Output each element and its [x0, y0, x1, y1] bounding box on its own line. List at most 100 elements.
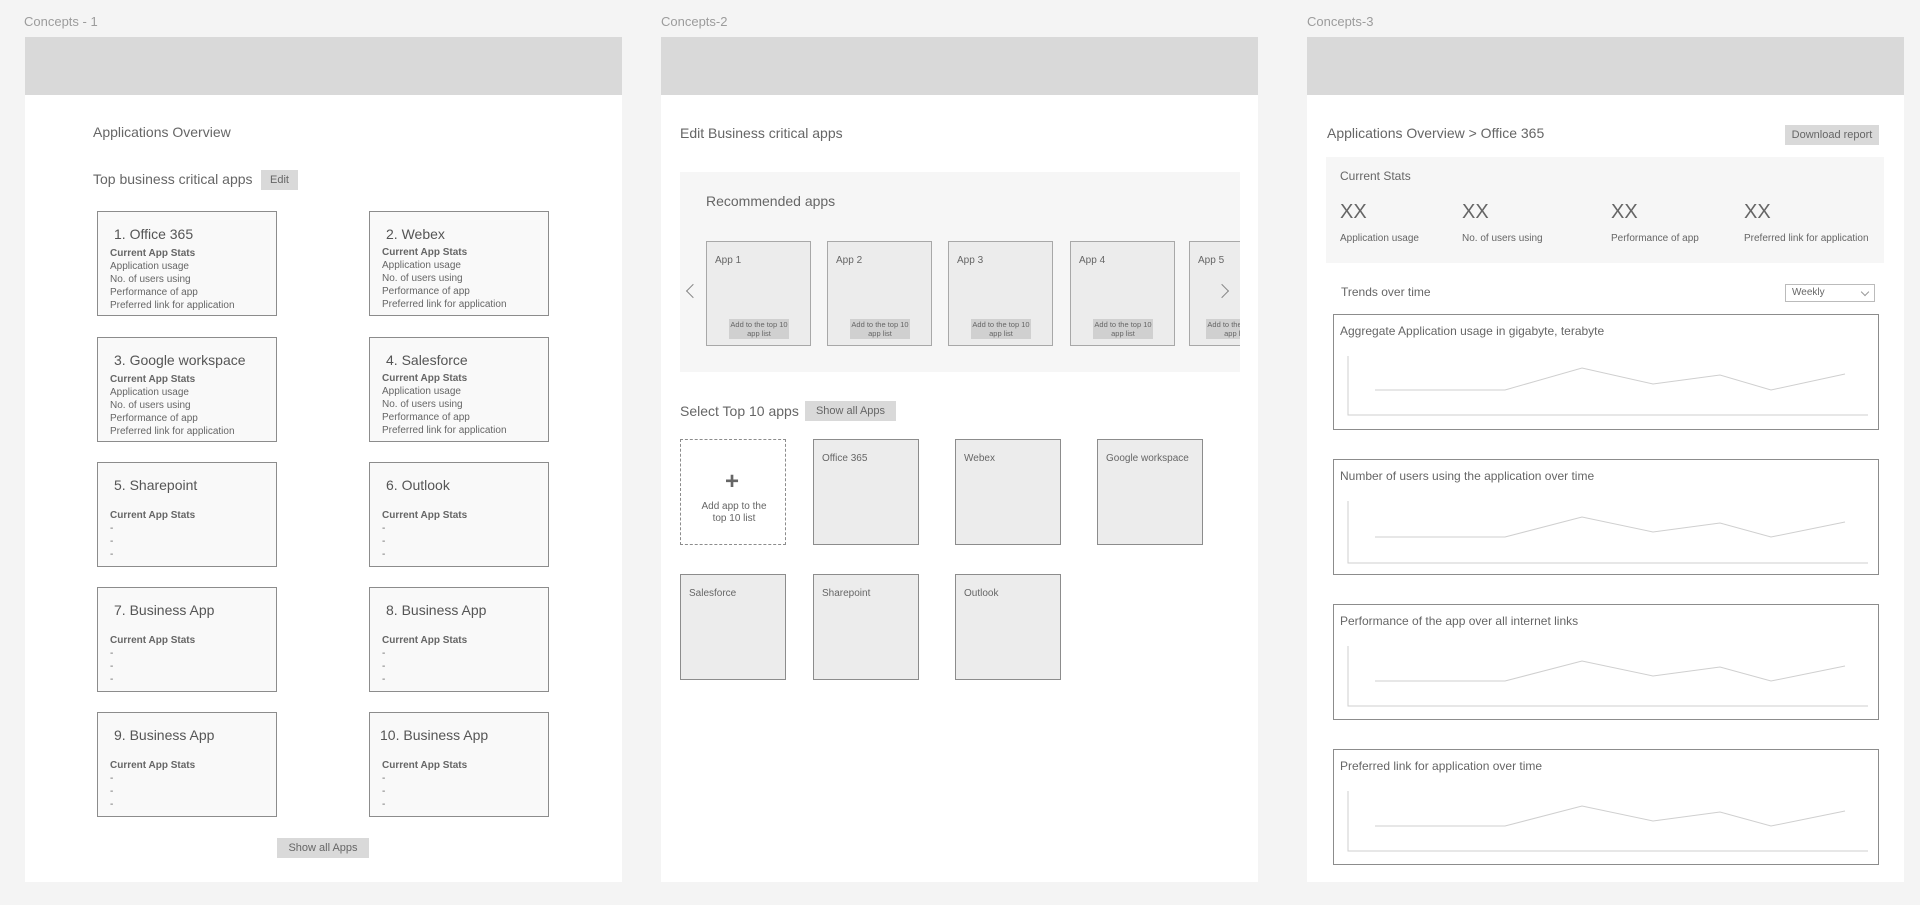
- top-app-card[interactable]: Webex: [955, 439, 1061, 545]
- trend-chart-card: Performance of the app over all internet…: [1333, 604, 1879, 720]
- app-name: 7. Business App: [114, 602, 215, 618]
- header-bar: [1307, 37, 1904, 95]
- stats-title: Current App Stats: [382, 373, 468, 384]
- trend-chart-card: Aggregate Application usage in gigabyte,…: [1333, 314, 1879, 430]
- section-title: Top business critical apps: [93, 171, 253, 187]
- add-to-top-10-button[interactable]: Add to the top 10 app list: [971, 319, 1031, 339]
- stat-line: Application usage: [382, 260, 461, 271]
- app-name: Salesforce: [689, 588, 737, 599]
- top-app-card[interactable]: Outlook: [955, 574, 1061, 680]
- stat-line: -: [110, 523, 114, 534]
- app-card[interactable]: 10. Business App Current App Stats - - -: [369, 712, 549, 817]
- add-to-top-10-button[interactable]: Add to the top 10 app list: [1206, 319, 1240, 339]
- stat-line: Preferred link for application: [110, 426, 235, 437]
- app-card[interactable]: 2. Webex Current App Stats Application u…: [369, 211, 549, 316]
- stat-line: -: [382, 523, 386, 534]
- app-name: App 3: [957, 255, 984, 266]
- recommended-app-card[interactable]: App 1 Add to the top 10 app list: [706, 241, 811, 346]
- frame-label-concept-1: Concepts - 1: [24, 14, 98, 29]
- show-all-apps-button[interactable]: Show all Apps: [805, 401, 896, 421]
- app-card[interactable]: 5. Sharepoint Current App Stats - - -: [97, 462, 277, 567]
- stat-line: No. of users using: [382, 273, 463, 284]
- chart-line: [1375, 660, 1846, 682]
- plus-icon: +: [725, 468, 740, 495]
- stat-line: Performance of app: [382, 412, 470, 423]
- chart-line: [1375, 805, 1846, 827]
- stat-line: Application usage: [382, 386, 461, 397]
- show-all-apps-button[interactable]: Show all Apps: [277, 838, 369, 858]
- app-name: Sharepoint: [822, 588, 871, 599]
- section-title: Select Top 10 apps: [680, 403, 799, 419]
- stat-line: -: [382, 674, 386, 685]
- period-select-value: Weekly: [1792, 287, 1825, 298]
- stats-title: Current App Stats: [382, 247, 468, 258]
- top-app-card[interactable]: Salesforce: [680, 574, 786, 680]
- stat-line: -: [382, 536, 386, 547]
- app-name: App 2: [836, 255, 863, 266]
- add-to-top-10-button[interactable]: Add to the top 10 app list: [850, 319, 910, 339]
- top-app-card[interactable]: Sharepoint: [813, 574, 919, 680]
- period-select[interactable]: Weekly: [1785, 284, 1875, 302]
- concept-3-frame: Applications Overview > Office 365 Downl…: [1307, 37, 1904, 882]
- stat-value: XX: [1611, 201, 1638, 223]
- download-report-button[interactable]: Download report: [1785, 125, 1879, 145]
- stat-line: -: [110, 648, 114, 659]
- app-name: 5. Sharepoint: [114, 477, 198, 493]
- stat-label: Application usage: [1340, 233, 1419, 244]
- stat-line: -: [382, 786, 386, 797]
- app-card[interactable]: 1. Office 365 Current App Stats Applicat…: [97, 211, 277, 316]
- stat-line: No. of users using: [110, 274, 191, 285]
- stat-line: Application usage: [110, 261, 189, 272]
- trend-chart-card: Preferred link for application over time: [1333, 749, 1879, 865]
- chart-axis: [1347, 791, 1868, 852]
- app-name: Google workspace: [1106, 453, 1189, 464]
- app-name: Outlook: [964, 588, 999, 599]
- stats-title: Current App Stats: [110, 248, 196, 259]
- add-to-top-10-button[interactable]: Add to the top 10 app list: [1093, 319, 1153, 339]
- edit-button[interactable]: Edit: [261, 170, 298, 190]
- header-bar: [661, 37, 1258, 95]
- stats-title: Current App Stats: [110, 760, 196, 771]
- chevron-down-icon: [1860, 287, 1870, 297]
- top-app-card[interactable]: Google workspace: [1097, 439, 1203, 545]
- stats-title: Current App Stats: [382, 635, 468, 646]
- frame-label-concept-3: Concepts-3: [1307, 14, 1374, 29]
- app-card[interactable]: 4. Salesforce Current App Stats Applicat…: [369, 337, 549, 442]
- stats-title: Current App Stats: [382, 760, 468, 771]
- chevron-left-icon[interactable]: [685, 283, 701, 299]
- app-name: 6. Outlook: [386, 477, 450, 493]
- app-name: 2. Webex: [386, 226, 445, 242]
- stat-line: -: [382, 773, 386, 784]
- add-to-top-10-button[interactable]: Add to the top 10 app list: [729, 319, 789, 339]
- stat-label: Preferred link for application: [1744, 233, 1869, 244]
- recommended-app-card[interactable]: App 5 Add to the top 10 app list: [1189, 241, 1240, 346]
- trend-chart-sparkline: [1347, 791, 1868, 852]
- page-title: Applications Overview: [93, 124, 231, 140]
- recommended-app-card[interactable]: App 3 Add to the top 10 app list: [948, 241, 1053, 346]
- app-name: 3. Google workspace: [114, 352, 246, 368]
- app-name: 9. Business App: [114, 727, 215, 743]
- app-card[interactable]: 8. Business App Current App Stats - - -: [369, 587, 549, 692]
- stats-title: Current App Stats: [110, 510, 196, 521]
- stat-line: -: [382, 648, 386, 659]
- recommended-app-card[interactable]: App 4 Add to the top 10 app list: [1070, 241, 1175, 346]
- app-name: 8. Business App: [386, 602, 487, 618]
- app-name: App 1: [715, 255, 742, 266]
- stats-title: Current App Stats: [110, 374, 196, 385]
- stats-title: Current App Stats: [382, 510, 468, 521]
- app-card[interactable]: 3. Google workspace Current App Stats Ap…: [97, 337, 277, 442]
- trends-title: Trends over time: [1341, 285, 1431, 299]
- recommended-app-card[interactable]: App 2 Add to the top 10 app list: [827, 241, 932, 346]
- chart-line: [1375, 516, 1846, 538]
- header-bar: [25, 37, 622, 95]
- stat-line: No. of users using: [110, 400, 191, 411]
- app-card[interactable]: 7. Business App Current App Stats - - -: [97, 587, 277, 692]
- add-app-label: Add app to the top 10 list: [701, 501, 767, 524]
- add-app-card[interactable]: + Add app to the top 10 list: [680, 439, 786, 545]
- trend-chart-sparkline: [1347, 646, 1868, 707]
- stat-line: Preferred link for application: [110, 300, 235, 311]
- app-card[interactable]: 9. Business App Current App Stats - - -: [97, 712, 277, 817]
- top-app-card[interactable]: Office 365: [813, 439, 919, 545]
- app-card[interactable]: 6. Outlook Current App Stats - - -: [369, 462, 549, 567]
- stat-line: -: [110, 773, 114, 784]
